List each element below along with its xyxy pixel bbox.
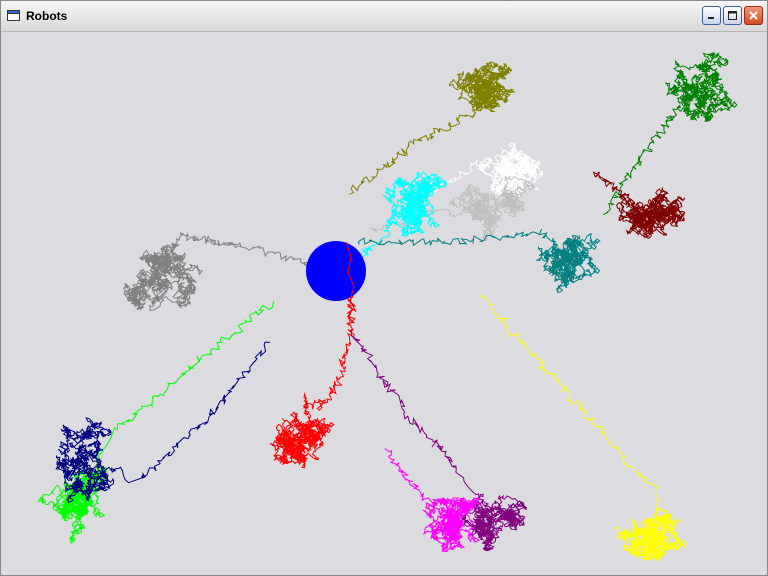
blue-ball [306, 241, 366, 301]
robot-scene [37, 52, 738, 562]
window-icon [7, 10, 20, 21]
robot-path-lime [37, 300, 275, 544]
window-title: Robots [26, 9, 68, 23]
robot-path-magenta [384, 448, 482, 553]
close-icon [749, 11, 758, 20]
maximize-icon [728, 11, 737, 20]
robot-path-red [269, 286, 357, 469]
robot-path-maroon [592, 171, 686, 239]
robots-window: Robots [0, 0, 768, 576]
maximize-button[interactable] [723, 6, 742, 25]
robot-path-teal [358, 228, 601, 294]
robot-path-green [603, 52, 738, 216]
robot-path-purple [350, 329, 528, 552]
minimize-button[interactable] [702, 6, 721, 25]
minimize-icon [708, 17, 714, 19]
robot-canvas[interactable] [6, 32, 762, 571]
title-bar[interactable]: Robots [1, 1, 767, 32]
title-buttons [702, 6, 763, 25]
close-button[interactable] [744, 6, 763, 25]
robot-path-gray [123, 232, 338, 311]
